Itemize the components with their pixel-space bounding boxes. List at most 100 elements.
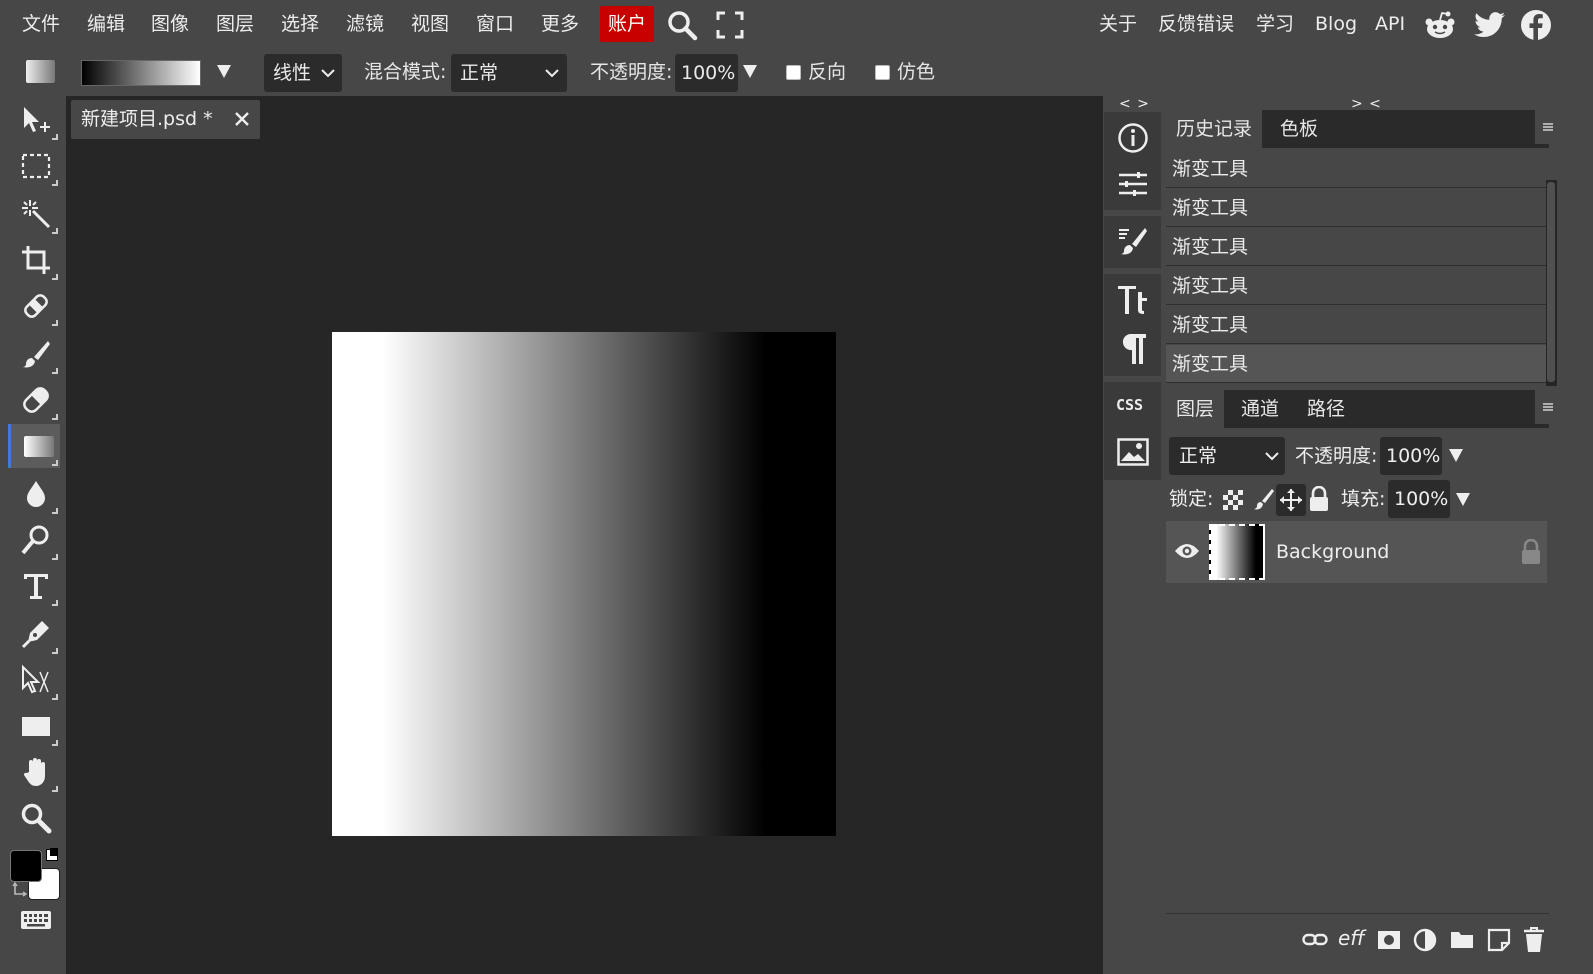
reddit-icon[interactable] — [1424, 9, 1456, 41]
lock-all-icon[interactable] — [1309, 486, 1329, 512]
history-item[interactable]: 渐变工具 — [1166, 189, 1547, 227]
lock-pixels-icon[interactable] — [1252, 488, 1274, 512]
menu-image[interactable]: 图像 — [151, 8, 189, 40]
adjustments-icon[interactable] — [1117, 168, 1149, 200]
blur-tool[interactable] — [8, 472, 60, 516]
menu-select[interactable]: 选择 — [281, 8, 319, 40]
hand-tool[interactable] — [8, 750, 60, 794]
character-icon[interactable] — [1116, 282, 1150, 318]
pen-tool[interactable] — [8, 612, 60, 656]
layer-opacity-input[interactable]: 100% — [1380, 437, 1442, 475]
report-bug-link[interactable]: 反馈错误 — [1158, 8, 1234, 40]
tab-swatches[interactable]: 色板 — [1270, 110, 1328, 148]
folder-icon[interactable] — [1450, 929, 1474, 949]
blend-mode-select[interactable]: 正常 — [451, 54, 567, 92]
gradient-swatch[interactable] — [81, 60, 201, 86]
history-item[interactable]: 渐变工具 — [1166, 306, 1547, 344]
keyboard-icon — [21, 911, 51, 929]
dodge-tool[interactable] — [8, 518, 60, 562]
lock-transparency-icon[interactable] — [1222, 489, 1244, 511]
layers-panel-menu[interactable] — [1535, 390, 1561, 424]
keyboard-shortcuts-button[interactable] — [20, 908, 52, 932]
brush-tool[interactable] — [8, 332, 60, 376]
opacity-dropdown-icon[interactable] — [743, 65, 757, 78]
fill-input[interactable]: 100% — [1388, 480, 1450, 518]
canvas-workspace[interactable]: 新建项目.psd * — [66, 96, 1103, 974]
healing-tool[interactable] — [8, 284, 60, 328]
gradient-tool[interactable] — [8, 424, 60, 468]
about-link[interactable]: 关于 — [1099, 8, 1137, 40]
menu-file[interactable]: 文件 — [22, 8, 60, 40]
close-icon[interactable] — [234, 111, 250, 127]
history-item[interactable]: 渐变工具 — [1166, 267, 1547, 305]
link-icon[interactable] — [1302, 932, 1328, 948]
menu-view[interactable]: 视图 — [411, 8, 449, 40]
layer-opacity-dropdown-icon[interactable] — [1449, 449, 1463, 462]
gradient-tool-preset-icon[interactable] — [26, 60, 55, 83]
menu-edit[interactable]: 编辑 — [87, 8, 125, 40]
effects-icon[interactable]: eff — [1338, 926, 1365, 950]
color-swatches — [10, 848, 66, 904]
search-icon[interactable] — [666, 9, 698, 41]
menu-window[interactable]: 窗口 — [476, 8, 514, 40]
opacity-input[interactable]: 100% — [675, 54, 738, 92]
move-tool[interactable] — [8, 98, 60, 142]
history-item[interactable]: 渐变工具 — [1166, 150, 1547, 188]
mini-group-3 — [1104, 274, 1161, 376]
type-tool[interactable] — [8, 564, 60, 608]
eye-icon[interactable] — [1174, 541, 1200, 561]
twitter-icon[interactable] — [1474, 11, 1506, 39]
trash-icon[interactable] — [1523, 927, 1545, 953]
menu-layer[interactable]: 图层 — [216, 8, 254, 40]
layer-thumbnail[interactable] — [1209, 524, 1265, 580]
tab-paths[interactable]: 路径 — [1297, 390, 1355, 428]
gradient-dropdown-icon[interactable] — [217, 65, 231, 78]
history-item[interactable]: 渐变工具 — [1166, 228, 1547, 266]
layer-lock-icon[interactable] — [1521, 539, 1541, 565]
menu-more[interactable]: 更多 — [541, 8, 579, 40]
menu-filter[interactable]: 滤镜 — [346, 8, 384, 40]
dither-checkbox[interactable] — [875, 65, 890, 80]
fill-dropdown-icon[interactable] — [1456, 493, 1470, 506]
info-icon[interactable] — [1117, 122, 1149, 154]
magic-wand-tool[interactable] — [8, 192, 60, 236]
eraser-tool[interactable] — [8, 378, 60, 422]
account-button[interactable]: 账户 — [600, 6, 655, 42]
api-link[interactable]: API — [1375, 8, 1405, 40]
reset-colors-icon[interactable] — [12, 882, 28, 898]
reverse-checkbox[interactable] — [786, 65, 801, 80]
facebook-icon[interactable] — [1520, 9, 1552, 41]
history-scrollbar[interactable] — [1546, 180, 1557, 386]
learn-link[interactable]: 学习 — [1256, 8, 1294, 40]
brush-settings-icon[interactable] — [1117, 226, 1149, 258]
layer-row[interactable]: Background — [1166, 521, 1547, 583]
image-icon[interactable] — [1117, 438, 1149, 466]
layer-name[interactable]: Background — [1276, 539, 1389, 565]
zoom-tool[interactable] — [8, 796, 60, 840]
document-tab[interactable]: 新建项目.psd * — [71, 100, 260, 139]
blend-mode-label: 混合模式: — [364, 61, 447, 83]
lock-position-button[interactable] — [1276, 484, 1306, 516]
adjustment-icon[interactable] — [1413, 928, 1437, 952]
fullscreen-icon[interactable] — [716, 11, 744, 39]
tab-layers[interactable]: 图层 — [1166, 390, 1225, 428]
expand-panels-toggle[interactable]: < > — [1119, 96, 1150, 112]
tab-channels[interactable]: 通道 — [1231, 390, 1289, 428]
css-panel-button[interactable]: CSS — [1116, 396, 1143, 414]
history-panel-menu[interactable] — [1535, 110, 1561, 144]
dither-label: 仿色 — [897, 61, 936, 83]
layer-blend-select[interactable]: 正常 — [1169, 437, 1285, 475]
history-item-current[interactable]: 渐变工具 — [1166, 345, 1547, 383]
canvas-image[interactable] — [332, 332, 836, 836]
path-select-tool[interactable] — [8, 658, 60, 702]
crop-tool[interactable] — [8, 238, 60, 282]
rectangle-tool[interactable] — [8, 704, 60, 748]
blog-link[interactable]: Blog — [1315, 8, 1357, 40]
paragraph-icon[interactable] — [1118, 332, 1148, 366]
mask-icon[interactable] — [1377, 930, 1401, 950]
foreground-color-swatch[interactable] — [10, 850, 42, 882]
new-layer-icon[interactable] — [1487, 928, 1511, 952]
marquee-tool[interactable] — [8, 144, 60, 188]
tab-history[interactable]: 历史记录 — [1166, 110, 1263, 148]
gradient-type-select[interactable]: 线性 — [264, 54, 342, 92]
